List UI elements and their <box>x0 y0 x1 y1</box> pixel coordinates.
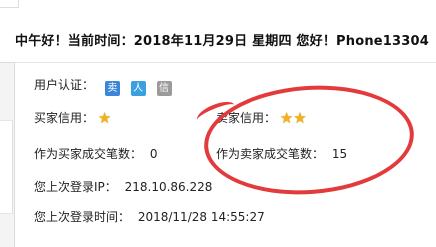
auth-row: 用户认证： 卖 人 信 <box>34 76 172 96</box>
last-time-value: 2018/11/28 14:55:27 <box>137 210 265 224</box>
corner-fragment <box>0 0 19 8</box>
buyer-credit-row: 买家信用： ★ <box>34 109 111 127</box>
person-auth-badge[interactable]: 人 <box>130 81 146 96</box>
last-ip-row: 您上次登录IP： 218.10.86.228 <box>34 178 212 195</box>
credit-auth-badge[interactable]: 信 <box>156 81 172 96</box>
buyer-deals-value: 0 <box>149 147 158 161</box>
buyer-deals-label: 作为买家成交笔数： <box>34 147 143 161</box>
last-ip-label: 您上次登录IP： <box>34 180 117 194</box>
left-side-panel-fragment <box>0 120 13 214</box>
auth-label: 用户认证： <box>34 78 95 92</box>
header-bar: 中午好！当前时间：2018年11月29日 星期四 您好！Phone13304 <box>0 0 436 63</box>
buyer-credit-label: 买家信用： <box>34 111 95 125</box>
seller-auth-badge[interactable]: 卖 <box>104 81 120 96</box>
buyer-star-icon: ★ <box>97 109 112 127</box>
buyer-deals-row: 作为买家成交笔数： 0 <box>34 145 157 162</box>
last-ip-value: 218.10.86.228 <box>124 180 213 194</box>
last-time-row: 您上次登录时间： 2018/11/28 14:55:27 <box>34 208 265 225</box>
last-time-label: 您上次登录时间： <box>34 210 131 224</box>
greeting-text: 中午好！当前时间：2018年11月29日 星期四 您好！Phone13304 <box>15 34 430 49</box>
